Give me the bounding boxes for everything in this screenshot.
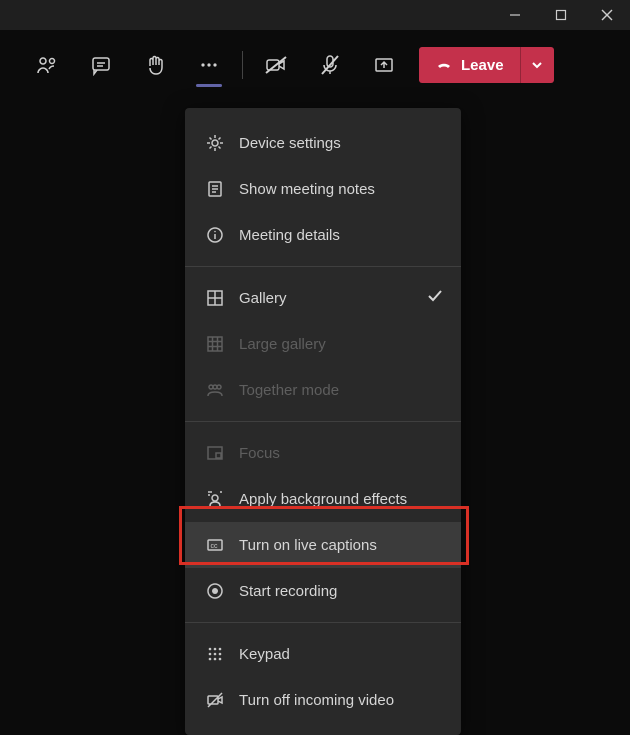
raise-hand-icon [144, 54, 166, 76]
background-icon [205, 489, 225, 509]
check-icon [427, 288, 443, 308]
incoming-video-off-icon [205, 690, 225, 710]
leave-label: Leave [461, 57, 504, 74]
menu-live-captions[interactable]: cc Turn on live captions [185, 522, 461, 568]
participants-button[interactable] [20, 37, 74, 93]
close-icon [601, 9, 613, 21]
menu-gallery[interactable]: Gallery [185, 275, 461, 321]
notes-icon [205, 179, 225, 199]
gallery-icon [205, 288, 225, 308]
share-icon [373, 54, 395, 76]
more-options-menu: Device settings Show meeting notes Meeti… [185, 108, 461, 735]
menu-start-recording[interactable]: Start recording [185, 568, 461, 614]
menu-item-label: Device settings [239, 135, 341, 152]
menu-meeting-notes[interactable]: Show meeting notes [185, 166, 461, 212]
menu-separator [185, 266, 461, 267]
window-maximize-button[interactable] [538, 0, 584, 30]
menu-together-mode: Together mode [185, 367, 461, 413]
keypad-icon [205, 644, 225, 664]
menu-item-label: Show meeting notes [239, 181, 375, 198]
more-icon [198, 54, 220, 76]
menu-item-label: Meeting details [239, 227, 340, 244]
gear-icon [205, 133, 225, 153]
menu-keypad[interactable]: Keypad [185, 631, 461, 677]
menu-item-label: Turn off incoming video [239, 692, 394, 709]
toolbar-separator [242, 51, 243, 79]
maximize-icon [555, 9, 567, 21]
record-icon [205, 581, 225, 601]
raise-hand-button[interactable] [128, 37, 182, 93]
menu-item-label: Apply background effects [239, 491, 407, 508]
chat-icon [90, 54, 112, 76]
window-minimize-button[interactable] [492, 0, 538, 30]
together-icon [205, 380, 225, 400]
menu-item-label: Start recording [239, 583, 337, 600]
focus-icon [205, 443, 225, 463]
leave-button-group: Leave [419, 47, 554, 83]
mic-toggle-button[interactable] [303, 37, 357, 93]
menu-device-settings[interactable]: Device settings [185, 120, 461, 166]
menu-separator [185, 421, 461, 422]
leave-dropdown-button[interactable] [520, 47, 554, 83]
menu-turn-off-incoming-video[interactable]: Turn off incoming video [185, 677, 461, 723]
mic-off-icon [319, 54, 341, 76]
share-button[interactable] [357, 37, 411, 93]
svg-text:cc: cc [211, 543, 219, 550]
menu-item-label: Together mode [239, 382, 339, 399]
captions-icon: cc [205, 535, 225, 555]
camera-off-icon [264, 54, 288, 76]
window-titlebar [0, 0, 630, 30]
menu-large-gallery: Large gallery [185, 321, 461, 367]
participants-icon [36, 54, 58, 76]
menu-background-effects[interactable]: Apply background effects [185, 476, 461, 522]
hangup-icon [435, 56, 453, 74]
menu-item-label: Focus [239, 445, 280, 462]
minimize-icon [509, 9, 521, 21]
chevron-down-icon [531, 59, 543, 71]
camera-toggle-button[interactable] [249, 37, 303, 93]
leave-button[interactable]: Leave [419, 47, 520, 83]
menu-separator [185, 622, 461, 623]
info-icon [205, 225, 225, 245]
chat-button[interactable] [74, 37, 128, 93]
large-gallery-icon [205, 334, 225, 354]
menu-item-label: Keypad [239, 646, 290, 663]
menu-item-label: Large gallery [239, 336, 326, 353]
more-options-button[interactable] [182, 37, 236, 93]
window-close-button[interactable] [584, 0, 630, 30]
menu-focus: Focus [185, 430, 461, 476]
menu-item-label: Gallery [239, 290, 287, 307]
menu-item-label: Turn on live captions [239, 537, 377, 554]
meeting-toolbar: Leave [0, 30, 630, 100]
menu-meeting-details[interactable]: Meeting details [185, 212, 461, 258]
